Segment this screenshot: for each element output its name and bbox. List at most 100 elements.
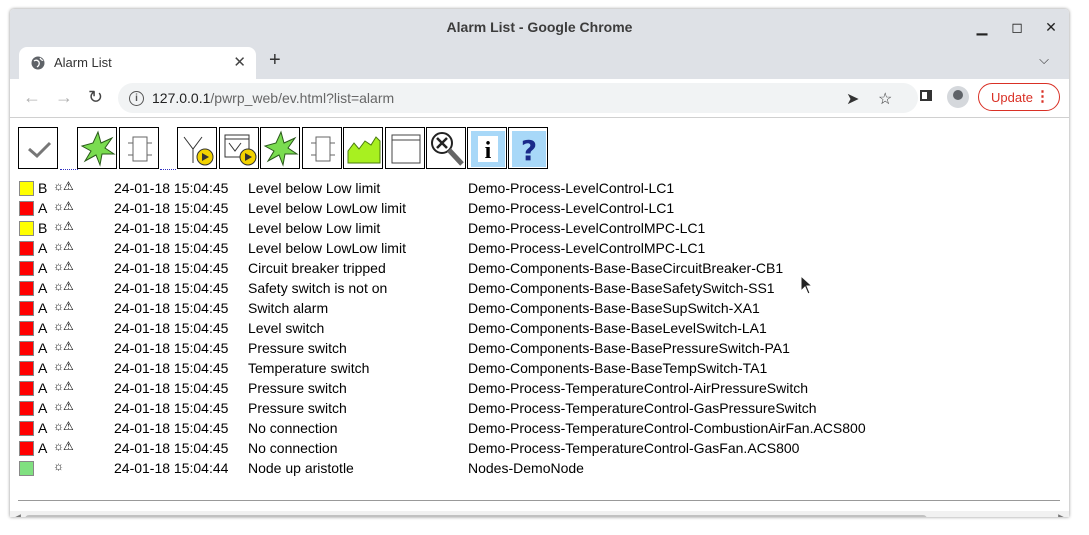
star-button[interactable] [260, 127, 300, 169]
alarm-row[interactable]: A ☼⚠ 24-01-18 15:04:45 Safety switch is not… [10, 278, 1069, 298]
object-button[interactable] [119, 127, 159, 169]
alarm-object: Demo-Process-TemperatureControl-GasFan.A… [468, 440, 800, 456]
tab-strip: Alarm List ✕ + ⌵ [10, 45, 1069, 79]
alarm-priority: A [38, 440, 48, 456]
alarm-text: No connection [248, 420, 338, 436]
send-icon[interactable]: ➤ [846, 89, 859, 109]
profile-avatar[interactable] [947, 86, 969, 108]
alarm-status-indicator [19, 261, 34, 276]
alarm-row[interactable]: A ☼⚠ 24-01-18 15:04:45 Circuit breaker trip… [10, 258, 1069, 278]
alarm-text: Pressure switch [248, 400, 347, 416]
alarm-row[interactable]: A ☼⚠ 24-01-18 15:04:45 No connection Demo-Pr… [10, 438, 1069, 458]
alarm-row[interactable]: A ☼⚠ 24-01-18 15:04:45 Pressure switch Demo-… [10, 378, 1069, 398]
alarm-status-indicator [19, 301, 34, 316]
alarm-text: Safety switch is not on [248, 280, 388, 296]
alarm-ack-icons: ☼⚠ [53, 439, 74, 453]
acknowledge-button[interactable] [18, 127, 58, 169]
alarm-time: 24-01-18 15:04:45 [114, 320, 229, 336]
address-bar[interactable]: i 127.0.0.1/pwrp_web/ev.html?list=alarm … [118, 83, 918, 113]
menu-dots-icon: ⋮ [1035, 88, 1050, 105]
alarm-time: 24-01-18 15:04:45 [114, 440, 229, 456]
alarm-object: Demo-Process-TemperatureControl-GasPress… [468, 400, 817, 416]
maximize-icon[interactable]: ◻ [1007, 17, 1027, 37]
alarm-ack-icons: ☼⚠ [53, 299, 74, 313]
alarm-object: Demo-Components-Base-BaseCircuitBreaker-… [468, 260, 784, 276]
alarm-priority: A [38, 320, 48, 336]
side-panel-icon[interactable] [920, 90, 932, 101]
alarm-row[interactable]: A ☼⚠ 24-01-18 15:04:45 Pressure switch Demo-… [10, 338, 1069, 358]
alarm-time: 24-01-18 15:04:45 [114, 280, 229, 296]
scrollbar-thumb[interactable] [25, 515, 927, 517]
window-title: Alarm List - Google Chrome [446, 19, 633, 35]
new-tab-button[interactable]: + [269, 49, 281, 72]
alarm-row[interactable]: B ☼⚠ 24-01-18 15:04:45 Level below Low limi… [10, 218, 1069, 238]
trend-button[interactable] [343, 127, 383, 169]
alarm-row[interactable]: A ☼⚠ 24-01-18 15:04:45 Level below LowLow l… [10, 198, 1069, 218]
alarm-row[interactable]: B ☼⚠ 24-01-18 15:04:45 Level below Low limi… [10, 178, 1069, 198]
alarm-object: Demo-Components-Base-BaseLevelSwitch-LA1 [468, 320, 767, 336]
alarm-time: 24-01-18 15:04:45 [114, 420, 229, 436]
bookmark-star-icon[interactable]: ☆ [878, 89, 892, 109]
info-button[interactable]: i [467, 127, 507, 169]
alarm-row[interactable]: A ☼⚠ 24-01-18 15:04:45 No connection Demo-Pr… [10, 418, 1069, 438]
alarm-time: 24-01-18 15:04:44 [114, 460, 229, 476]
alarm-status-indicator [19, 281, 34, 296]
alarm-priority: B [38, 180, 48, 196]
alarm-object: Demo-Process-TemperatureControl-Combusti… [468, 420, 866, 436]
site-info-icon[interactable]: i [129, 91, 144, 106]
alarm-row[interactable]: A ☼⚠ 24-01-18 15:04:45 Switch alarm Demo-Com… [10, 298, 1069, 318]
blink-button[interactable] [77, 127, 117, 169]
alarm-status-indicator [19, 441, 34, 456]
alarm-priority: A [38, 400, 48, 416]
alarm-priority: A [38, 240, 48, 256]
url-host: 127.0.0.1 [152, 90, 211, 106]
alarm-ack-icons: ☼⚠ [53, 399, 74, 413]
alarm-trend-button[interactable] [177, 127, 217, 169]
alarm-object: Demo-Components-Base-BasePressureSwitch-… [468, 340, 790, 356]
help-button[interactable]: ? [508, 127, 548, 169]
alarm-text: Level below LowLow limit [248, 240, 406, 256]
window-button[interactable] [385, 127, 425, 169]
object-graph-button[interactable] [302, 127, 342, 169]
alarm-ack-icons: ☼⚠ [53, 179, 74, 193]
update-button[interactable]: Update ⋮ [978, 83, 1060, 111]
alarm-status-indicator [19, 321, 34, 336]
back-arrow-icon[interactable]: ← [23, 87, 41, 108]
svg-text:?: ? [521, 134, 537, 167]
alarm-status-indicator [19, 361, 34, 376]
alarm-status-indicator [19, 181, 34, 196]
close-window-icon[interactable]: ✕ [1041, 17, 1061, 37]
alarm-text: Temperature switch [248, 360, 370, 376]
toolbar-divider [60, 169, 78, 170]
minimize-icon[interactable]: ▁ [972, 17, 992, 37]
horizontal-scrollbar[interactable]: ◀ ▶ [10, 511, 1069, 517]
alarm-status-indicator [19, 221, 34, 236]
alarm-row[interactable]: A ☼⚠ 24-01-18 15:04:45 Temperature switch De… [10, 358, 1069, 378]
reload-icon[interactable]: ↻ [88, 87, 103, 108]
alarm-graph-button[interactable] [219, 127, 259, 169]
alarm-ack-icons: ☼⚠ [53, 219, 74, 233]
alarm-priority: A [38, 260, 48, 276]
alarm-row[interactable]: A ☼⚠ 24-01-18 15:04:45 Level switch Demo-Com… [10, 318, 1069, 338]
alarm-time: 24-01-18 15:04:45 [114, 240, 229, 256]
alarm-ack-icons: ☼⚠ [53, 359, 74, 373]
alarm-priority: A [38, 420, 48, 436]
url-text[interactable]: 127.0.0.1/pwrp_web/ev.html?list=alarm [152, 90, 394, 106]
alarm-text: Switch alarm [248, 300, 329, 316]
alarm-row[interactable]: ☼ 24-01-18 15:04:44 Node up aristotle Nodes… [10, 458, 1069, 478]
forward-arrow-icon[interactable]: → [55, 87, 73, 108]
alarm-row[interactable]: A ☼⚠ 24-01-18 15:04:45 Pressure switch Demo-… [10, 398, 1069, 418]
scroll-right-icon[interactable]: ▶ [1058, 512, 1065, 517]
crossref-button[interactable] [426, 127, 466, 169]
tab-search-chevron-icon[interactable]: ⌵ [1039, 52, 1049, 68]
alarm-time: 24-01-18 15:04:45 [114, 220, 229, 236]
scroll-left-icon[interactable]: ◀ [14, 512, 21, 517]
tab-close-icon[interactable]: ✕ [233, 53, 246, 71]
alarm-object: Demo-Components-Base-BaseSafetySwitch-SS… [468, 280, 775, 296]
alarm-priority: A [38, 300, 48, 316]
alarm-time: 24-01-18 15:04:45 [114, 300, 229, 316]
url-path: /pwrp_web/ev.html?list=alarm [210, 90, 395, 106]
alarm-row[interactable]: A ☼⚠ 24-01-18 15:04:45 Level below LowLow l… [10, 238, 1069, 258]
alarm-status-indicator [19, 381, 34, 396]
tab-alarm-list[interactable]: Alarm List ✕ [19, 47, 256, 79]
